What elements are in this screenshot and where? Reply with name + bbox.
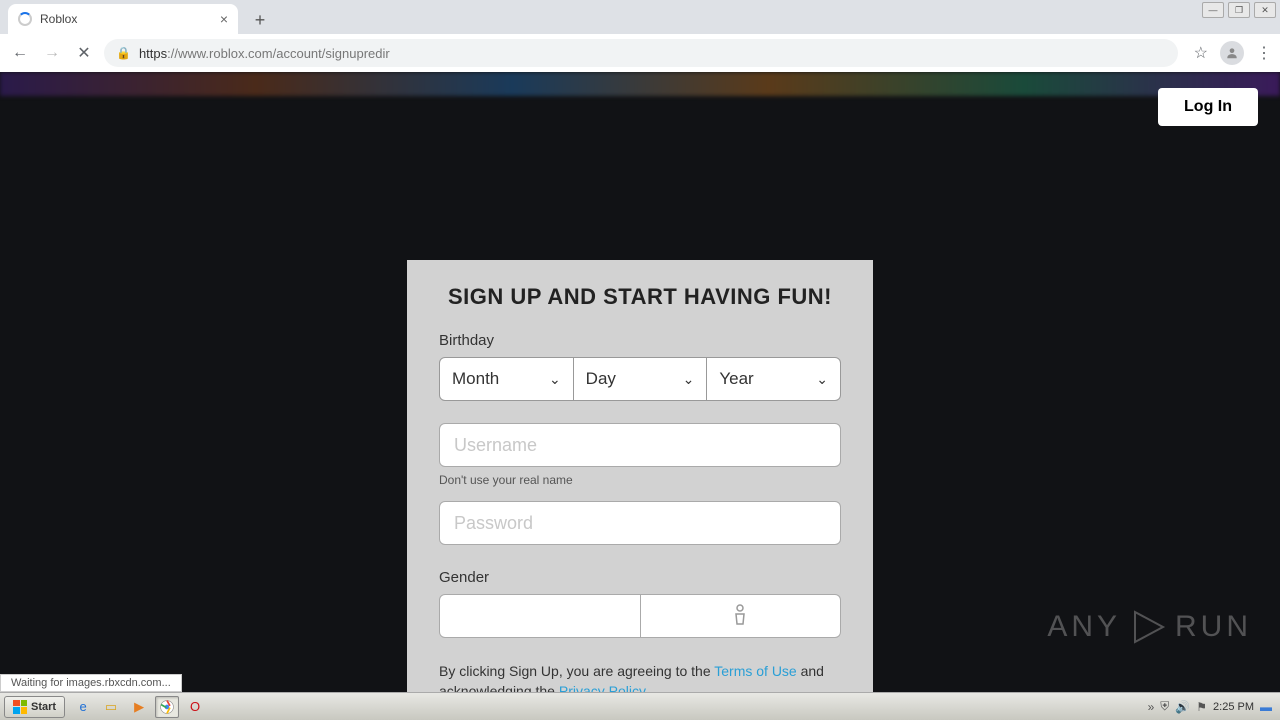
signup-card: SIGN UP AND START HAVING FUN! Birthday M… [407, 260, 873, 692]
system-tray: » ⛨ 🔊 ⚑ 2:25 PM ▬ [1148, 699, 1276, 714]
month-select[interactable]: Month ⌄ [439, 357, 574, 401]
month-select-label: Month [452, 369, 499, 389]
close-window-button[interactable]: ✕ [1254, 2, 1276, 18]
tab-title: Roblox [40, 12, 77, 26]
gender-row [439, 594, 841, 638]
gender-male-button[interactable] [641, 594, 842, 638]
gender-label: Gender [439, 569, 841, 586]
username-input[interactable] [439, 423, 841, 467]
chevron-down-icon: ⌄ [683, 371, 695, 388]
browser-toolbar: ← → ✕ 🔒 https://www.roblox.com/account/s… [0, 34, 1280, 72]
maximize-button[interactable]: ❐ [1228, 2, 1250, 18]
gender-female-button[interactable] [439, 594, 641, 638]
terms-text: By clicking Sign Up, you are agreeing to… [439, 662, 841, 692]
new-tab-button[interactable]: + [246, 6, 274, 34]
tray-desktop-icon[interactable]: ▬ [1260, 700, 1272, 714]
loading-spinner-icon [18, 12, 32, 26]
browser-tab[interactable]: Roblox × [8, 4, 238, 34]
year-select-label: Year [719, 369, 753, 389]
chrome-icon[interactable] [155, 696, 179, 718]
terms-link[interactable]: Terms of Use [714, 663, 796, 679]
page-content: Log In SIGN UP AND START HAVING FUN! Bir… [0, 72, 1280, 692]
watermark: ANY RUN [1047, 606, 1252, 648]
day-select[interactable]: Day ⌄ [574, 357, 708, 401]
windows-logo-icon [13, 700, 27, 714]
menu-icon[interactable]: ⋮ [1256, 43, 1272, 63]
url-text: https://www.roblox.com/account/signupred… [139, 46, 390, 61]
tray-flag-icon[interactable]: ⚑ [1196, 700, 1207, 714]
clock[interactable]: 2:25 PM [1213, 701, 1254, 713]
bookmark-icon[interactable]: ☆ [1194, 43, 1208, 63]
tray-shield-icon[interactable]: ⛨ [1160, 699, 1169, 714]
tab-bar: Roblox × + [0, 0, 1280, 34]
start-button[interactable]: Start [4, 696, 65, 718]
address-bar[interactable]: 🔒 https://www.roblox.com/account/signupr… [104, 39, 1178, 67]
window-controls: — ❐ ✕ [1202, 2, 1276, 18]
login-button[interactable]: Log In [1158, 88, 1258, 126]
close-tab-icon[interactable]: × [220, 11, 228, 27]
taskbar-icons: e ▭ ▶ O [71, 696, 207, 718]
chevron-down-icon: ⌄ [549, 371, 561, 388]
year-select[interactable]: Year ⌄ [707, 357, 841, 401]
signup-title: SIGN UP AND START HAVING FUN! [439, 284, 841, 310]
birthday-row: Month ⌄ Day ⌄ Year ⌄ [439, 357, 841, 401]
privacy-link[interactable]: Privacy Policy [559, 683, 646, 692]
male-icon [731, 602, 749, 631]
media-player-icon[interactable]: ▶ [127, 696, 151, 718]
toolbar-right: ☆ ⋮ [1194, 41, 1272, 65]
ie-icon[interactable]: e [71, 696, 95, 718]
hero-banner [0, 72, 1280, 96]
browser-chrome: — ❐ ✕ Roblox × + ← → ✕ 🔒 https://www.rob… [0, 0, 1280, 72]
password-input[interactable] [439, 501, 841, 545]
browser-status-bar: Waiting for images.rbxcdn.com... [0, 674, 182, 692]
minimize-button[interactable]: — [1202, 2, 1224, 18]
profile-icon[interactable] [1220, 41, 1244, 65]
tray-expand-icon[interactable]: » [1148, 700, 1155, 714]
taskbar: Start e ▭ ▶ O » ⛨ 🔊 ⚑ 2:25 PM ▬ [0, 692, 1280, 720]
day-select-label: Day [586, 369, 616, 389]
chevron-down-icon: ⌄ [816, 371, 828, 388]
tray-volume-icon[interactable]: 🔊 [1175, 700, 1190, 714]
username-helper: Don't use your real name [439, 473, 841, 487]
stop-button[interactable]: ✕ [72, 41, 96, 65]
forward-button[interactable]: → [40, 41, 64, 65]
birthday-label: Birthday [439, 332, 841, 349]
explorer-icon[interactable]: ▭ [99, 696, 123, 718]
lock-icon: 🔒 [116, 46, 131, 60]
back-button[interactable]: ← [8, 41, 32, 65]
opera-icon[interactable]: O [183, 696, 207, 718]
